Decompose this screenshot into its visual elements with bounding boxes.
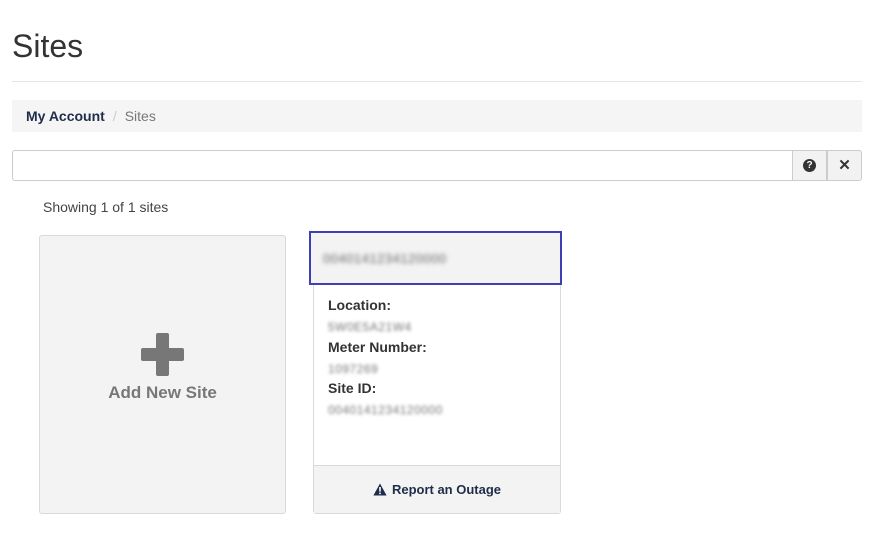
breadcrumb-current: Sites [124, 108, 156, 124]
search-group: ? ✕ [12, 150, 862, 181]
help-button[interactable]: ? [792, 150, 827, 181]
search-input[interactable] [12, 150, 792, 181]
meter-number-value: 1097269 [328, 362, 379, 376]
report-outage-button[interactable]: Report an Outage [314, 465, 560, 513]
page: Sites My Account / Sites ? ✕ Showing 1 o… [0, 0, 872, 548]
clear-search-button[interactable]: ✕ [827, 150, 862, 181]
add-new-site-label: Add New Site [108, 383, 217, 402]
site-card-header[interactable]: 0040141234120000 [309, 231, 562, 285]
site-id-value: 0040141234120000 [328, 403, 443, 417]
question-circle-icon: ? [803, 159, 816, 172]
close-icon: ✕ [838, 157, 851, 174]
report-outage-label: Report an Outage [391, 482, 502, 497]
breadcrumb-my-account-link[interactable]: My Account [26, 108, 105, 124]
warning-triangle-icon [373, 483, 387, 496]
site-card: Location: 5W0E5A21W4 Meter Number: 10972… [309, 231, 562, 514]
page-title: Sites [12, 28, 84, 64]
breadcrumb-separator: / [112, 108, 117, 124]
meter-number-label: Meter Number: [328, 339, 427, 355]
location-value: 5W0E5A21W4 [328, 320, 412, 334]
site-card-header-id: 0040141234120000 [323, 250, 447, 266]
breadcrumb: My Account / Sites [12, 100, 862, 132]
site-id-label: Site ID: [328, 380, 377, 396]
plus-icon [141, 333, 184, 376]
title-divider [12, 81, 862, 82]
location-label: Location: [328, 297, 391, 313]
add-new-site-card[interactable]: Add New Site [39, 235, 286, 514]
results-summary: Showing 1 of 1 sites [43, 199, 169, 215]
